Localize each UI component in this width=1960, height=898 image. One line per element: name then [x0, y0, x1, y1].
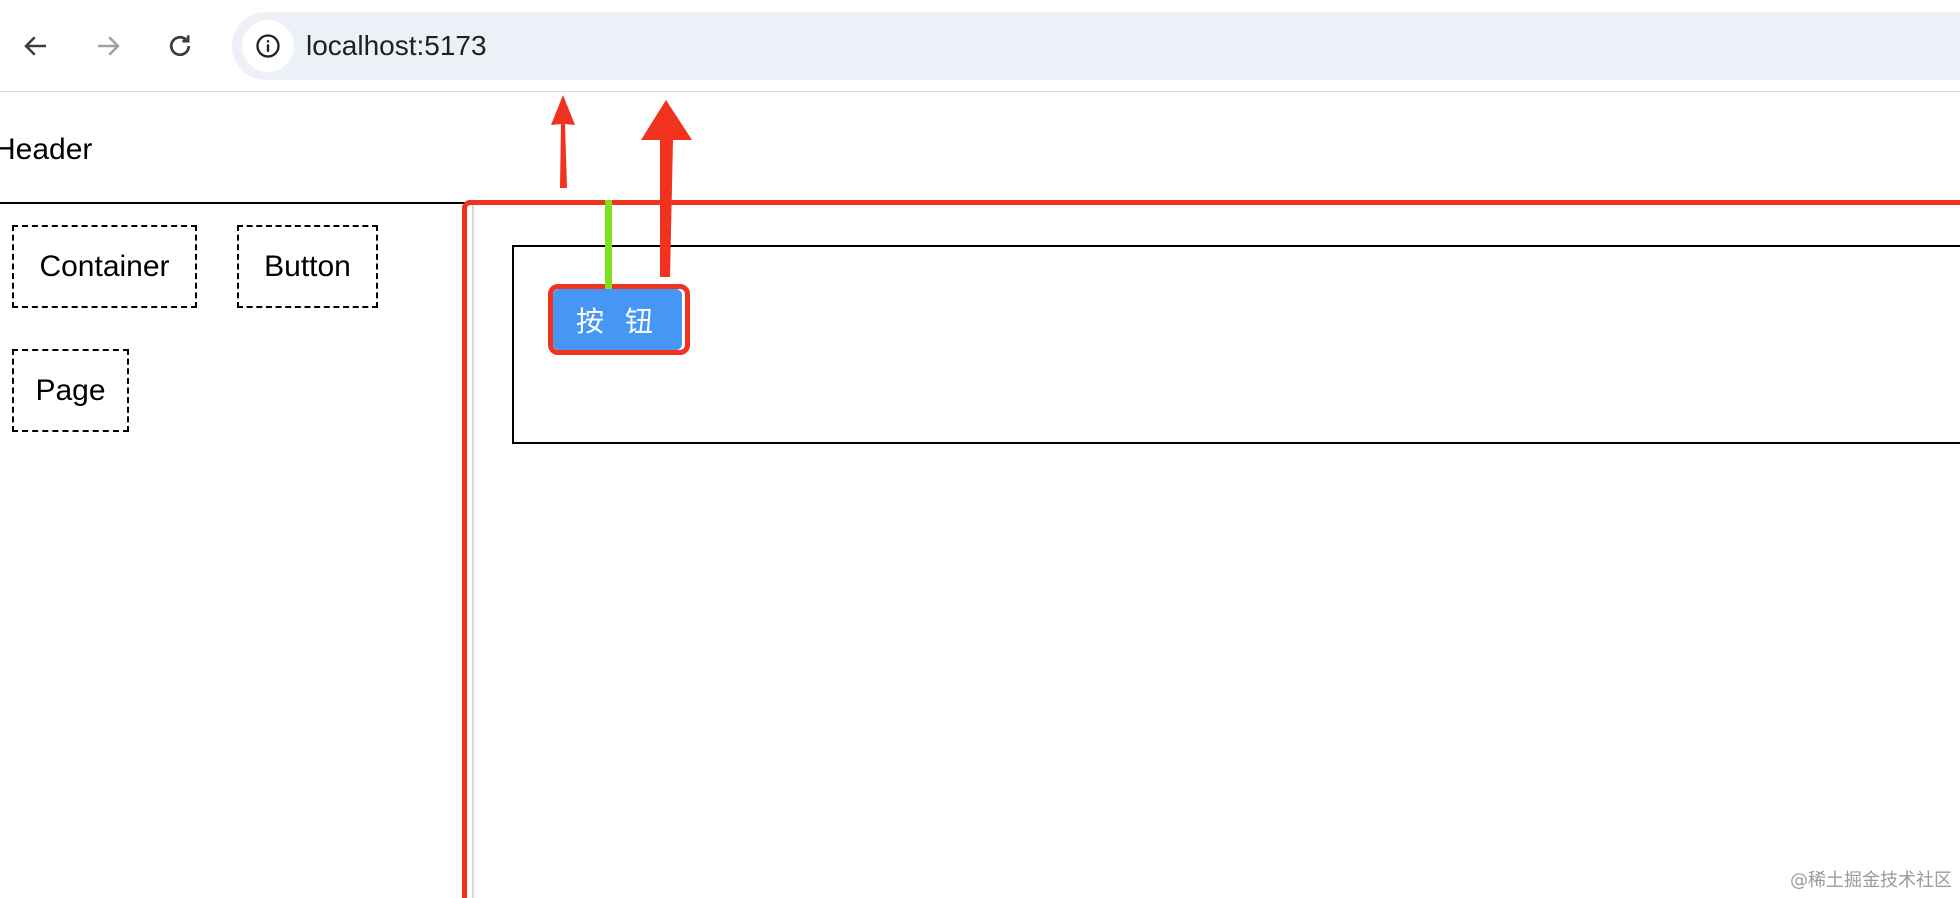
arrow-right-icon — [98, 36, 120, 56]
browser-viewport: localhost:5173 Header Container Button P… — [0, 0, 1960, 898]
site-info-button[interactable] — [242, 20, 294, 72]
material-container[interactable]: Container — [12, 225, 197, 308]
material-page[interactable]: Page — [12, 349, 129, 432]
page-header: Header — [0, 133, 93, 166]
back-button[interactable] — [12, 22, 60, 70]
url-text[interactable]: localhost:5173 — [306, 29, 487, 63]
material-button[interactable]: Button — [237, 225, 378, 308]
address-bar[interactable]: localhost:5173 — [232, 12, 1960, 80]
reload-icon — [169, 35, 191, 57]
reload-button[interactable] — [156, 22, 204, 70]
watermark: @稀土掘金技术社区 — [1790, 870, 1952, 891]
arrow-left-icon — [24, 36, 46, 56]
annotation-arrow-small — [551, 95, 575, 188]
forward-button[interactable] — [84, 22, 132, 70]
canvas-button-component[interactable]: 按 钮 — [553, 289, 682, 350]
browser-toolbar: localhost:5173 — [0, 0, 1960, 92]
info-circle-icon — [256, 34, 280, 58]
canvas-container-component[interactable] — [512, 245, 1960, 444]
